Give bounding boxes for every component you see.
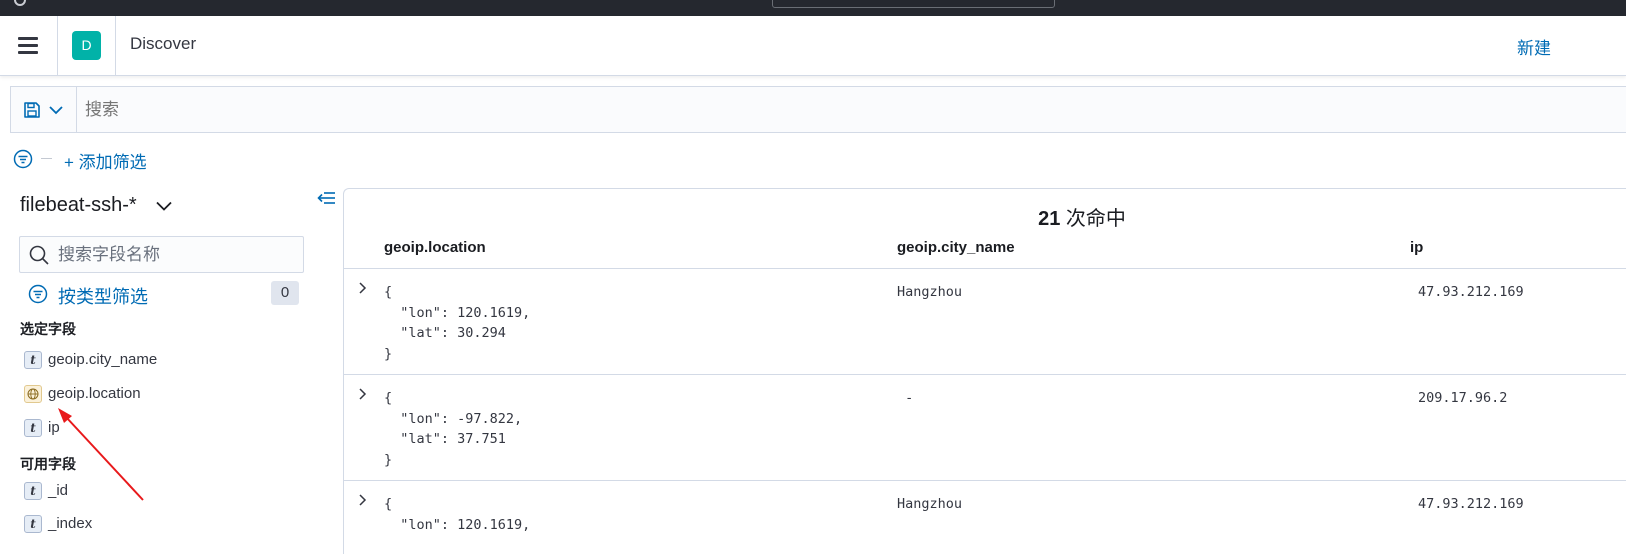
cell-geoip-city-name: Hangzhou <box>897 284 963 300</box>
chevron-down-icon <box>156 201 172 211</box>
column-header-ip[interactable]: ip <box>1410 239 1423 256</box>
top-chrome-bar <box>0 0 1626 16</box>
column-header-geoip-city-name[interactable]: geoip.city_name <box>897 239 1015 256</box>
collapse-sidebar-icon[interactable] <box>317 191 336 205</box>
field-name: _index <box>48 515 93 532</box>
table-row: { "lon": 120.1619, Hangzhou 47.93.212.16… <box>344 480 1626 555</box>
hit-count-suffix: 次命中 <box>1060 208 1126 230</box>
cell-ip: 47.93.212.169 <box>1418 496 1524 512</box>
field-name: _id <box>48 482 69 499</box>
field-name: geoip.city_name <box>48 351 158 368</box>
string-type-icon: t <box>24 351 42 369</box>
cell-geoip-location: { "lon": 120.1619, "lat": 30.294 } <box>384 284 531 362</box>
expand-row-icon[interactable] <box>356 281 370 295</box>
expand-row-icon[interactable] <box>356 387 370 401</box>
filter-icon <box>28 284 48 304</box>
space-avatar[interactable]: D <box>72 31 101 60</box>
string-type-icon: t <box>24 515 42 533</box>
cell-geoip-location: { "lon": -97.822, "lat": 37.751 } <box>384 390 523 468</box>
filter-icon[interactable] <box>13 149 33 169</box>
available-fields-title: 可用字段 <box>20 456 76 472</box>
query-bar <box>10 86 1626 133</box>
field-sidebar: filebeat-ssh-* 按类型筛选 0 选定字段 t geoip.city… <box>0 186 335 553</box>
elastic-logo-icon[interactable] <box>14 0 26 6</box>
field-name: geoip.location <box>48 385 141 402</box>
app-header: D Discover 新建 <box>0 16 1626 76</box>
string-type-icon: t <box>24 419 42 437</box>
hamburger-menu-icon[interactable] <box>18 37 40 55</box>
page-title: Discover <box>130 34 197 53</box>
filter-by-type-label: 按类型筛选 <box>58 287 148 307</box>
search-input[interactable] <box>85 87 1485 132</box>
search-icon <box>29 245 49 265</box>
header-divider <box>57 16 58 75</box>
cell-geoip-city-name: - <box>897 390 914 406</box>
hit-count-number: 21 <box>1038 208 1061 230</box>
cell-ip: 209.17.96.2 <box>1418 390 1508 406</box>
cell-geoip-city-name: Hangzhou <box>897 496 963 512</box>
hit-count: 21 次命中 <box>344 202 1626 231</box>
index-pattern-label: filebeat-ssh-* <box>20 194 137 216</box>
save-icon <box>24 102 40 118</box>
cell-geoip-location: { "lon": 120.1619, <box>384 496 531 533</box>
new-button[interactable]: 新建 <box>1517 34 1551 59</box>
filter-divider <box>41 158 52 159</box>
saved-query-button[interactable] <box>11 87 77 132</box>
field-search-input[interactable] <box>58 237 298 272</box>
globe-icon <box>24 385 42 403</box>
header-divider <box>115 16 116 75</box>
global-search-box[interactable] <box>772 0 1055 8</box>
column-header-geoip-location[interactable]: geoip.location <box>384 239 486 256</box>
table-row: { "lon": 120.1619, "lat": 30.294 } Hangz… <box>344 268 1626 374</box>
string-type-icon: t <box>24 482 42 500</box>
selected-fields-title: 选定字段 <box>20 321 76 337</box>
table-row: { "lon": -97.822, "lat": 37.751 } - 209.… <box>344 374 1626 480</box>
expand-row-icon[interactable] <box>356 493 370 507</box>
field-name: ip <box>48 419 60 436</box>
field-search-box <box>19 236 304 273</box>
cell-ip: 47.93.212.169 <box>1418 284 1524 300</box>
filter-count-badge: 0 <box>271 281 299 305</box>
results-panel: 21 次命中 geoip.location geoip.city_name ip… <box>343 188 1626 554</box>
index-pattern-selector[interactable]: filebeat-ssh-* <box>20 194 172 217</box>
chevron-down-icon <box>49 106 63 115</box>
add-filter-button[interactable]: + 添加筛选 <box>64 148 147 173</box>
